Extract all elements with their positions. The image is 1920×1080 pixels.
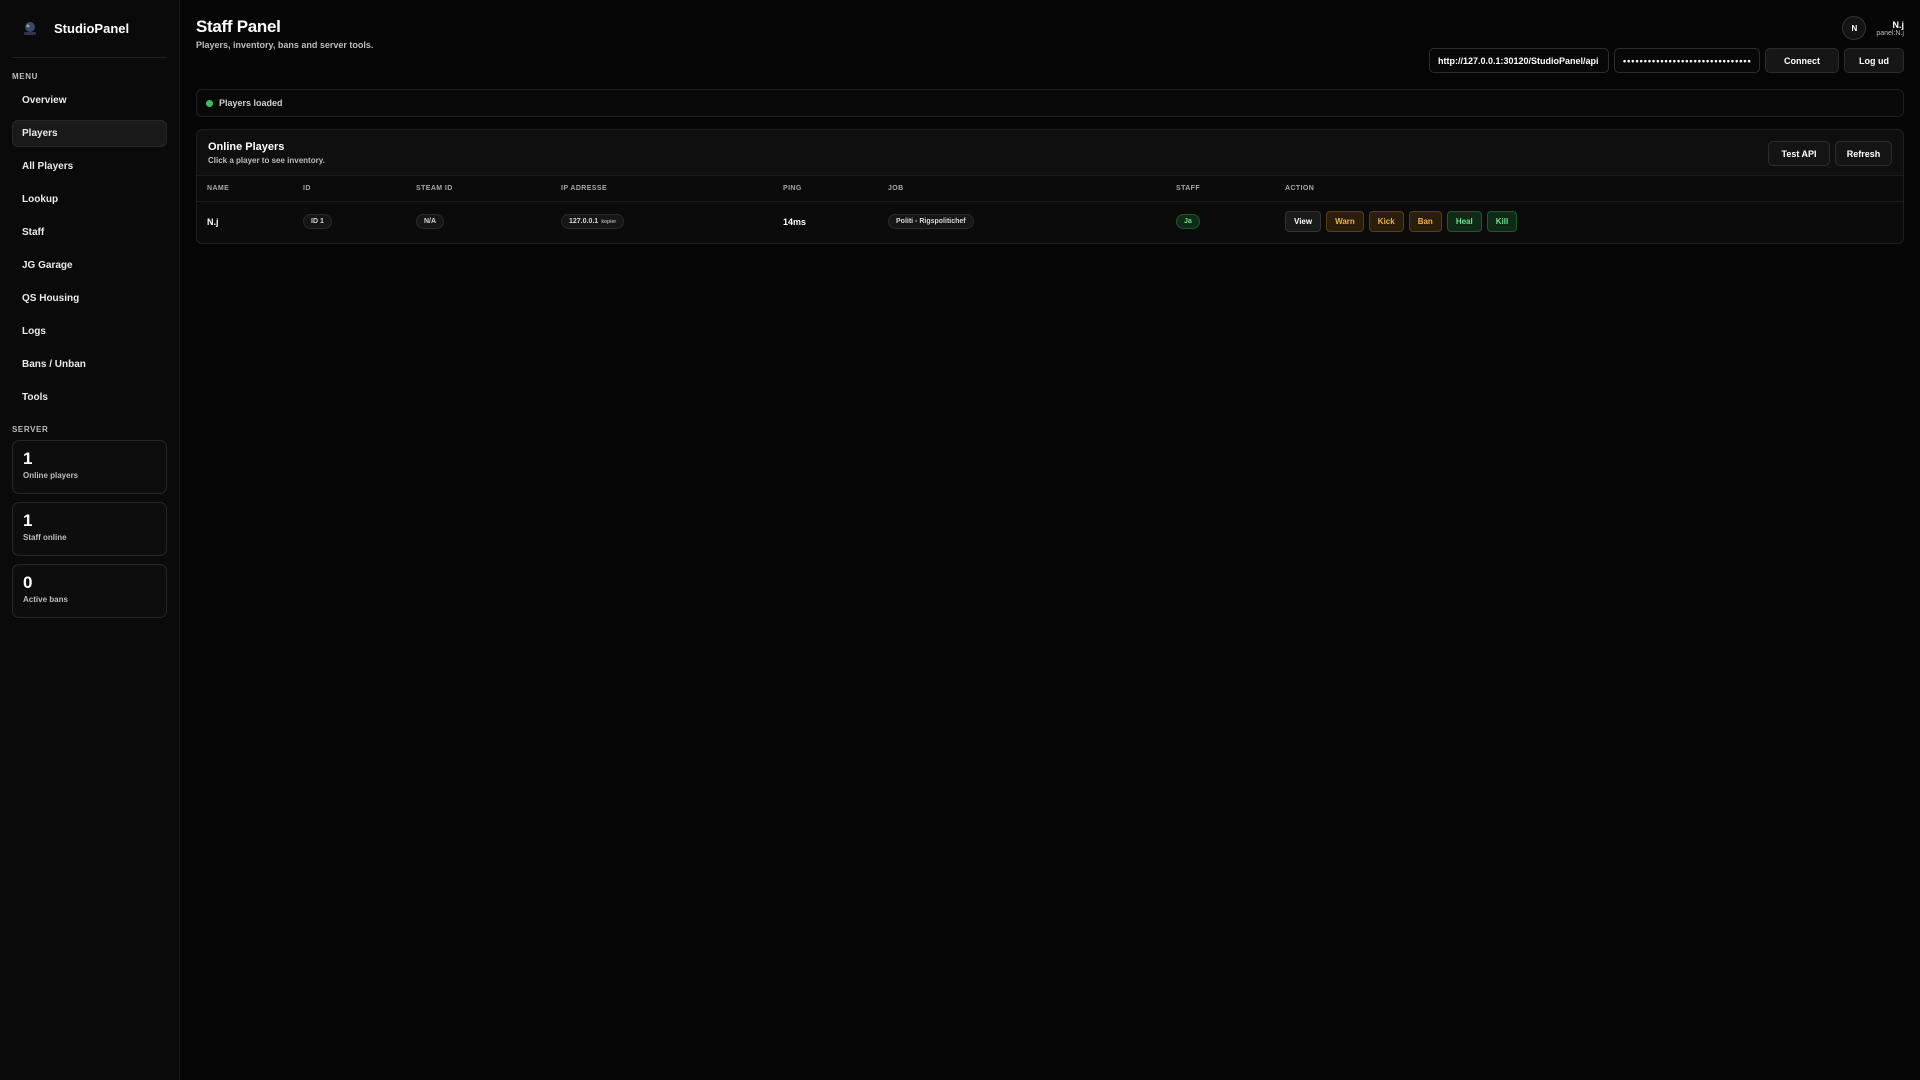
sidebar-item-label: Tools — [22, 392, 48, 403]
stat-value: 1 — [23, 449, 33, 468]
ip-badge[interactable]: 127.0.0.1 kopier — [561, 214, 625, 230]
menu-section-label: MENU — [12, 72, 38, 81]
user-menu[interactable]: N N.j panel:N.j — [1842, 16, 1904, 40]
sidebar-item-staff[interactable]: Staff — [12, 219, 167, 246]
stat-value: 1 — [23, 511, 33, 530]
sidebar-item-label: All Players — [22, 161, 74, 172]
sidebar-item-label: Bans / Unban — [22, 359, 86, 370]
table-header-row: NAME ID STEAM ID IP ADRESSE PING JOB STA… — [197, 176, 1903, 202]
column-header-ip: IP ADRESSE — [561, 176, 783, 202]
page-title: Staff Panel — [196, 17, 281, 36]
ban-button[interactable]: Ban — [1408, 211, 1442, 233]
kick-button[interactable]: Kick — [1368, 211, 1404, 233]
stat-card-online-players: 1 Online players — [12, 440, 167, 494]
column-header-ping: PING — [783, 176, 888, 202]
column-header-staff: STAFF — [1176, 176, 1285, 202]
test-api-button[interactable]: Test API — [1768, 141, 1830, 166]
connection-toolbar: Connect Log ud — [1429, 48, 1904, 73]
status-text: Players loaded — [219, 98, 283, 108]
panel-header: Online Players Click a player to see inv… — [197, 130, 1903, 176]
player-id-badge: ID 1 — [303, 214, 332, 230]
server-section-label: SERVER — [12, 425, 49, 434]
brand-name: StudioPanel — [54, 21, 130, 36]
stat-label: Staff online — [23, 533, 67, 542]
sidebar-item-label: Overview — [22, 95, 67, 106]
column-header-steam-id: STEAM ID — [416, 176, 561, 202]
copy-ip-label[interactable]: kopier — [601, 219, 616, 225]
steam-id-badge: N/A — [416, 214, 445, 230]
stat-label: Active bans — [23, 595, 68, 604]
stat-label: Online players — [23, 471, 79, 480]
status-dot-icon — [206, 99, 213, 107]
heal-button[interactable]: Heal — [1446, 211, 1482, 233]
ip-value: 127.0.0.1 — [569, 218, 599, 226]
user-info: N.j panel:N.j — [1876, 20, 1904, 37]
sidebar-item-jg-garage[interactable]: JG Garage — [12, 252, 167, 279]
player-ping: 14ms — [783, 216, 807, 227]
stat-value: 0 — [23, 573, 33, 592]
warn-button[interactable]: Warn — [1326, 211, 1364, 233]
sidebar-item-lookup[interactable]: Lookup — [12, 186, 167, 213]
stat-card-active-bans: 0 Active bans — [12, 564, 167, 618]
sidebar-item-label: Logs — [22, 326, 46, 337]
sidebar-item-logs[interactable]: Logs — [12, 318, 167, 345]
logout-button[interactable]: Log ud — [1844, 48, 1904, 73]
job-badge: Politi - Rigspolitichef — [888, 214, 974, 230]
table-row[interactable]: N.j ID 1 N/A 127.0.0.1 kopier 14ms Politi… — [197, 201, 1903, 242]
players-table: NAME ID STEAM ID IP ADRESSE PING JOB STA… — [197, 176, 1903, 242]
sidebar: StudioPanel MENU Overview Players All Pl… — [0, 0, 180, 1080]
status-bar: Players loaded — [196, 89, 1904, 117]
kill-button[interactable]: Kill — [1486, 211, 1518, 233]
sidebar-item-label: JG Garage — [22, 260, 73, 271]
sidebar-item-label: Players — [22, 128, 58, 139]
sidebar-item-qs-housing[interactable]: QS Housing — [12, 285, 167, 312]
sidebar-item-label: Lookup — [22, 194, 59, 205]
column-header-name: NAME — [197, 176, 303, 202]
online-players-panel: Online Players Click a player to see inv… — [196, 129, 1904, 244]
brand[interactable]: StudioPanel — [12, 0, 167, 58]
user-handle: panel:N.j — [1876, 29, 1904, 37]
connect-button[interactable]: Connect — [1765, 48, 1839, 73]
column-header-job: JOB — [888, 176, 1176, 202]
sidebar-item-label: QS Housing — [22, 293, 80, 304]
refresh-button[interactable]: Refresh — [1835, 141, 1892, 166]
avatar[interactable]: N — [1842, 16, 1867, 40]
panel-actions: Test API Refresh — [1768, 141, 1892, 166]
page-subtitle: Players, inventory, bans and server tool… — [196, 40, 374, 50]
sidebar-item-bans-unban[interactable]: Bans / Unban — [12, 351, 167, 378]
user-name: N.j — [1892, 19, 1904, 30]
panel-title: Online Players — [208, 141, 285, 153]
studio-logo-icon — [18, 17, 42, 41]
stat-card-staff-online: 1 Staff online — [12, 502, 167, 556]
sidebar-item-all-players[interactable]: All Players — [12, 153, 167, 180]
sidebar-item-tools[interactable]: Tools — [12, 384, 167, 411]
player-name: N.j — [207, 216, 219, 227]
api-key-input[interactable] — [1614, 48, 1760, 73]
column-header-id: ID — [303, 176, 416, 202]
sidebar-item-players[interactable]: Players — [12, 120, 167, 147]
staff-badge: Ja — [1176, 214, 1200, 230]
view-button[interactable]: View — [1285, 211, 1322, 233]
panel-subtitle: Click a player to see inventory. — [208, 156, 325, 165]
column-header-action: ACTION — [1285, 176, 1903, 202]
sidebar-item-overview[interactable]: Overview — [12, 87, 167, 114]
row-actions: View Warn Kick Ban Heal Kill — [1285, 211, 1903, 233]
sidebar-item-label: Staff — [22, 227, 45, 238]
api-url-input[interactable] — [1429, 48, 1609, 73]
